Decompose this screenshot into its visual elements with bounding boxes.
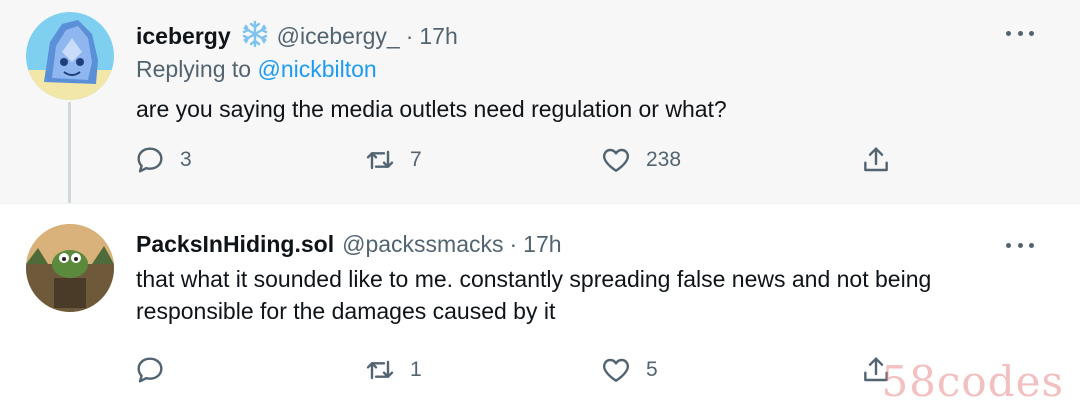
reply-icon [137,147,163,173]
separator: · [405,23,414,49]
retweet-count: 1 [410,358,422,381]
like-count: 5 [646,358,658,381]
handle[interactable]: @icebergy_ [277,23,400,50]
handle[interactable]: @packssmacks [342,231,503,258]
tweet-text: that what it sounded like to me. constan… [136,266,932,324]
retweet-count: 7 [410,148,422,171]
tweet-header: icebergy @icebergy_ · 17h [136,16,458,50]
retweet-button[interactable]: 7 [364,144,422,176]
like-button[interactable]: 5 [600,354,658,386]
snowflake-icon [241,20,269,54]
avatar-image [26,12,114,100]
like-count: 238 [646,148,682,171]
replying-to-link[interactable]: @nickbilton [257,56,376,82]
reply-button[interactable]: 3 [134,144,192,176]
tweet-icebergy[interactable]: icebergy @icebergy_ · 17h Replying to @n… [0,0,1080,214]
replying-prefix: Replying to [136,56,252,82]
replying-to: Replying to @nickbilton [136,56,377,83]
retweet-button[interactable]: 1 [364,354,422,386]
reply-icon [137,357,163,383]
timestamp[interactable]: 17h [523,231,561,258]
reply-count: 3 [180,148,192,171]
tweet-text: are you saying the media outlets need re… [136,96,727,122]
share-button[interactable] [860,144,892,176]
heart-icon [602,148,630,172]
tweet-header: PacksInHiding.sol @packssmacks · 17h [136,231,562,258]
timestamp[interactable]: 17h [419,23,457,50]
avatar-image [26,224,114,312]
avatar[interactable] [26,224,114,312]
like-button[interactable]: 238 [600,144,681,176]
retweet-icon [366,360,394,380]
more-options-icon[interactable] [1006,240,1034,250]
heart-icon [602,358,630,382]
separator: · [509,231,518,257]
retweet-icon [366,150,394,170]
tweet-actions: 3 7 238 [0,144,1080,184]
watermark: 58codes [881,357,1064,406]
display-name[interactable]: PacksInHiding.sol [136,231,334,258]
reply-button[interactable] [134,354,180,386]
more-options-icon[interactable] [1006,28,1034,38]
avatar[interactable] [26,12,114,100]
display-name[interactable]: icebergy [136,23,231,50]
share-icon [864,147,888,172]
